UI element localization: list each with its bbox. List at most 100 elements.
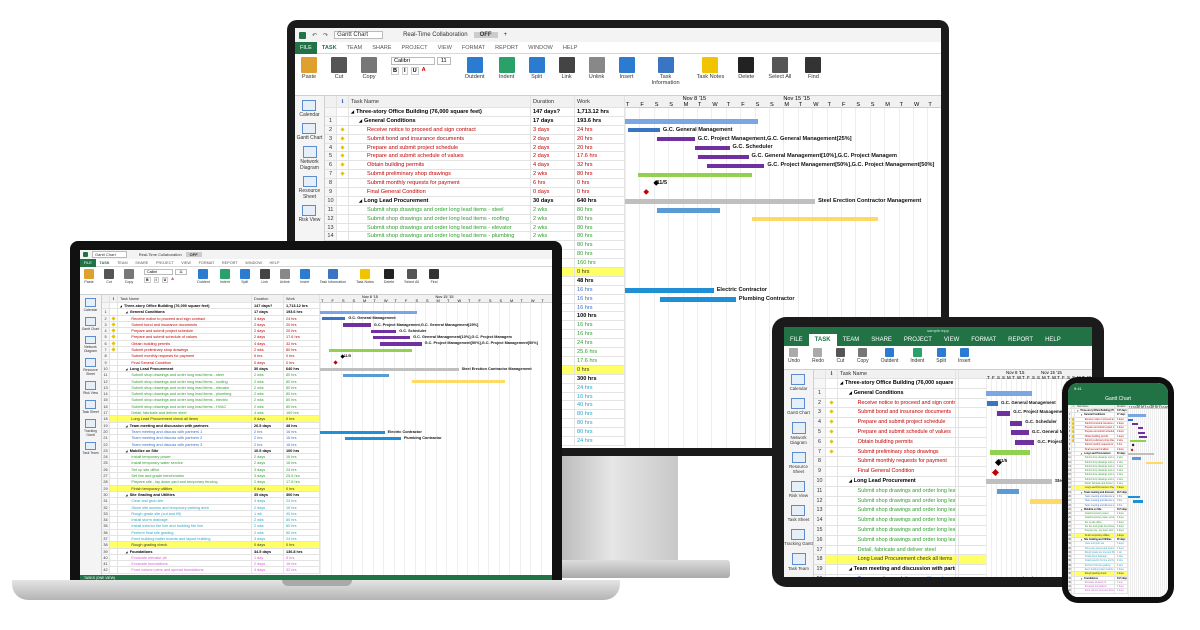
font-size-field[interactable]: 11 — [436, 57, 451, 65]
task-work[interactable]: 160 hrs — [284, 410, 320, 416]
gantt-bar[interactable] — [1132, 457, 1142, 460]
task-duration[interactable]: 4 wks — [956, 545, 959, 555]
task-row[interactable]: 4 Prepare and submit project schedule 2 da… — [325, 143, 625, 153]
copy-button[interactable]: Copy — [124, 269, 134, 285]
gantt-bar[interactable] — [697, 154, 749, 160]
task-work[interactable]: 640 hrs — [575, 196, 625, 205]
nav-risk-view[interactable]: Risk View — [83, 381, 98, 395]
format-i-icon[interactable]: I — [153, 277, 159, 283]
menu-task[interactable]: TASK — [808, 334, 837, 346]
task-duration[interactable]: 2 days — [1115, 585, 1128, 589]
task-row[interactable]: 9 Final General Condition 0 days 0 hrs — [325, 188, 625, 197]
task-work[interactable]: 193.6 hrs — [284, 309, 320, 315]
collapse-icon[interactable]: ◢ — [126, 551, 128, 554]
task-work[interactable]: 24 hrs — [575, 436, 625, 445]
task-row[interactable]: 9 Final General Condition 0 days — [814, 467, 986, 477]
task-work[interactable]: 80 hrs — [575, 241, 625, 250]
task-duration[interactable]: 2 days — [252, 454, 284, 460]
task-work[interactable]: 100 hrs — [284, 447, 320, 454]
task-work[interactable]: 100 hrs — [575, 312, 625, 321]
font-name-field[interactable]: Calibri — [144, 269, 174, 275]
nav-risk-view[interactable]: Risk View — [789, 480, 808, 498]
task-work[interactable]: 300 hrs — [284, 491, 320, 498]
task-row[interactable]: 2 Receive notice to proceed and sign cont… — [325, 125, 625, 135]
task-duration[interactable]: 4 days — [531, 161, 575, 170]
task-duration[interactable]: 2 wks — [956, 535, 959, 545]
gantt-bar[interactable] — [987, 401, 999, 406]
task-work[interactable]: 17.6 hrs — [284, 334, 320, 340]
task-row[interactable]: 5 Prepare and submit schedule of values 2 … — [814, 427, 986, 438]
outdent-button[interactable]: Outdent — [465, 57, 485, 81]
collapse-icon[interactable]: ◢ — [126, 494, 128, 497]
task-row[interactable]: 7 Submit preliminary shop drawings 2 wks 80… — [325, 170, 625, 180]
task-name-header[interactable]: Task Name — [349, 96, 531, 107]
task-work[interactable]: 80 hrs — [284, 517, 320, 523]
undo-button[interactable]: Undo — [788, 348, 800, 364]
task-work[interactable]: 16 hrs — [284, 454, 320, 460]
task-row[interactable]: 14 Submit shop drawings and order long le… — [814, 516, 986, 526]
gantt-bar[interactable] — [628, 128, 660, 133]
task-work[interactable]: 80 hrs — [284, 529, 320, 535]
task-duration[interactable]: 3 days — [252, 535, 284, 542]
gantt-bar[interactable] — [656, 136, 695, 142]
task-information-button[interactable]: Task Information — [649, 57, 683, 87]
task-duration[interactable]: 2 wks — [531, 232, 575, 241]
task-duration[interactable]: 2 days — [1115, 546, 1128, 550]
task-duration[interactable]: 0 days — [956, 467, 959, 476]
task-row[interactable]: 12 Submit shop drawings and order long le… — [325, 214, 625, 224]
view-selector[interactable]: Gantt Chart — [92, 251, 127, 258]
select-all-button[interactable]: Select All — [404, 269, 419, 285]
task-name-header[interactable]: Task Name — [118, 295, 252, 302]
task-duration[interactable]: 2 wks — [956, 496, 959, 506]
gantt-bar[interactable] — [320, 310, 418, 315]
task-work[interactable]: 0 hrs — [575, 188, 625, 196]
task-duration[interactable]: 3 days — [1115, 542, 1128, 546]
task-duration[interactable]: 4 days — [956, 437, 959, 447]
menu-team[interactable]: TEAM — [837, 334, 866, 346]
task-row[interactable]: ◢Three-story Office Building (76,000 squ… — [814, 379, 986, 389]
task-work[interactable]: 136.8 hrs — [284, 548, 320, 554]
task-row[interactable]: 11 Submit shop drawings and order long le… — [325, 205, 625, 215]
task-duration[interactable]: 17 days — [1115, 413, 1128, 417]
task-row[interactable]: 20 Team meeting and discuss with partners… — [814, 574, 986, 577]
gantt-bar[interactable] — [1128, 418, 1133, 421]
collapse-icon[interactable]: ◢ — [1081, 454, 1082, 455]
collapse-icon[interactable]: ◢ — [359, 198, 362, 203]
task-duration[interactable]: 0 days — [252, 416, 284, 422]
collapse-icon[interactable]: ◢ — [351, 109, 354, 114]
milestone-marker[interactable] — [991, 468, 999, 476]
menu-file[interactable]: FILE — [295, 41, 317, 54]
format-b-icon[interactable]: B — [391, 67, 400, 75]
task-work[interactable]: 20 hrs — [575, 143, 625, 152]
task-duration[interactable]: 2 days — [252, 561, 284, 567]
gantt-bar[interactable] — [637, 172, 752, 177]
gantt-bar[interactable] — [990, 450, 1030, 455]
task-row[interactable]: 8 Submit monthly requests for payment 6 hr… — [325, 179, 625, 189]
collapse-icon[interactable]: ◢ — [840, 381, 843, 385]
task-duration[interactable]: 0 days — [1115, 533, 1128, 537]
task-duration[interactable]: 2 wks — [1115, 464, 1128, 469]
collapse-icon[interactable]: ◢ — [126, 425, 128, 428]
nav-task-team[interactable]: Task Team — [788, 553, 809, 571]
task-work[interactable]: 16 hrs — [284, 561, 320, 567]
task-duration[interactable]: 2 wks — [252, 378, 284, 384]
task-duration[interactable]: 3 days — [1115, 525, 1128, 529]
gantt-bar[interactable] — [1010, 420, 1023, 426]
task-row[interactable]: 6 Obtain building permits 4 days 32 hrs — [325, 161, 625, 171]
menu-help[interactable]: HELP — [558, 42, 583, 54]
select-all-button[interactable]: Select All — [768, 57, 791, 81]
task-row[interactable]: 7 Submit preliminary shop drawings 2 wks — [814, 447, 986, 458]
menu-view[interactable]: VIEW — [433, 42, 457, 54]
task-duration[interactable]: 2 wks — [531, 214, 575, 223]
task-duration[interactable]: 2 days — [252, 334, 284, 340]
task-duration[interactable]: 4 days — [1115, 434, 1128, 439]
menu-project[interactable]: PROJECT — [898, 334, 938, 346]
format-u-icon[interactable]: U — [410, 67, 419, 75]
task-work[interactable]: 80 hrs — [575, 205, 625, 214]
nav-risk-view[interactable]: Risk View — [299, 204, 320, 223]
menu-share[interactable]: SHARE — [865, 334, 898, 346]
task-row[interactable]: 6 Obtain building permits 4 days — [814, 437, 986, 448]
link-button[interactable]: Link — [558, 57, 575, 81]
task-duration[interactable]: 0 days — [531, 188, 575, 196]
indent-button[interactable]: Indent — [910, 348, 924, 364]
